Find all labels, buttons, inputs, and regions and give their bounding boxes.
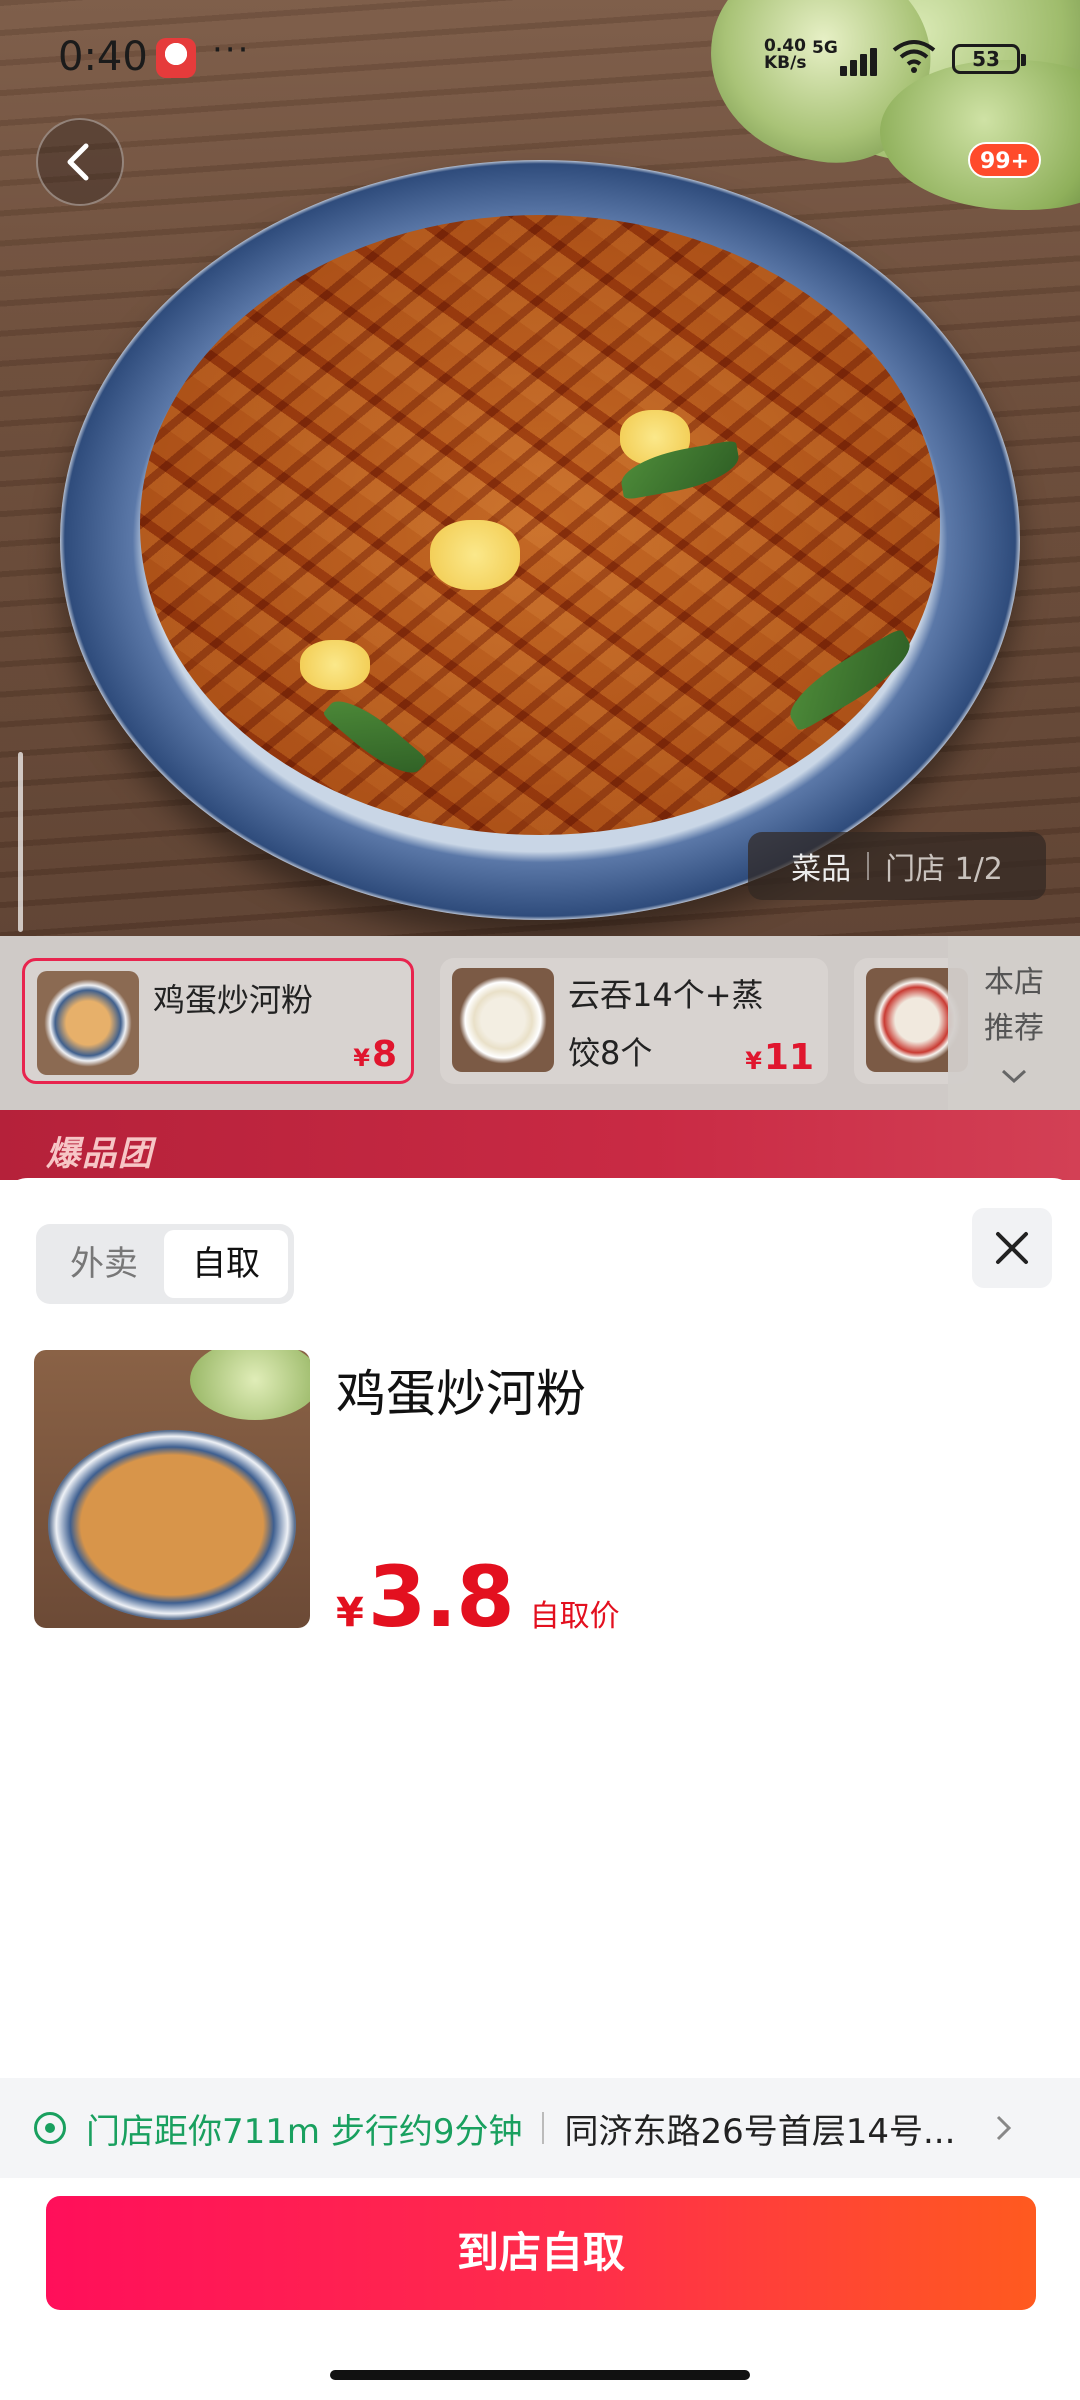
app-notification-icon <box>156 38 196 78</box>
network-speed-unit: KB/s <box>764 53 807 73</box>
pager-tab-store[interactable]: 门店 1/2 <box>885 844 1003 888</box>
signal-icon <box>840 44 884 76</box>
store-distance: 门店距你711m 步行约9分钟 <box>86 2111 523 2152</box>
status-bar: 0:40 ··· 0.40 KB/s 5G 53 <box>0 0 1080 110</box>
message-badge[interactable]: 99+ <box>968 142 1042 178</box>
network-speed: 0.40 KB/s <box>764 38 806 72</box>
pickup-price: ¥ 3.8 自取价 <box>336 1548 620 1646</box>
store-recommend-button[interactable]: 本店推荐 <box>948 936 1080 1110</box>
close-button[interactable] <box>972 1208 1052 1288</box>
dish-thumbnail-strip: 鸡蛋炒河粉 ¥8 云吞14个+蒸饺8个 ¥11 本店推荐 <box>0 936 1080 1110</box>
noodles <box>140 215 940 835</box>
pickup-in-store-button[interactable]: 到店自取 <box>46 2196 1036 2310</box>
tab-delivery[interactable]: 外卖 <box>42 1230 166 1298</box>
dish-title: 鸡蛋炒河粉 <box>336 1365 586 1423</box>
thumbnail-name: 鸡蛋炒河粉 <box>153 981 314 1019</box>
vegetable-decoration <box>190 1350 310 1420</box>
order-mode-toggle: 外卖 自取 <box>36 1224 294 1304</box>
battery-icon: 53 <box>952 44 1026 74</box>
thumbnail-image <box>37 971 139 1075</box>
egg-piece <box>430 520 520 590</box>
network-type: 5G <box>812 38 838 58</box>
dish-image <box>34 1350 310 1628</box>
chevron-right-icon <box>997 2115 1012 2141</box>
more-notifications-icon: ··· <box>212 30 251 70</box>
bowl <box>48 1430 296 1620</box>
location-icon <box>34 2112 66 2144</box>
store-address-bar[interactable]: 门店距你711m 步行约9分钟 同济东路26号首层14号... <box>0 2078 1080 2178</box>
thumbnail-item[interactable]: 鸡蛋炒河粉 ¥8 <box>22 958 414 1084</box>
thumbnail-item[interactable]: 云吞14个+蒸饺8个 ¥11 <box>440 958 828 1084</box>
promo-logo: 爆品团 <box>46 1134 154 1174</box>
scroll-indicator <box>18 752 23 932</box>
wifi-icon <box>892 40 936 73</box>
currency-symbol: ¥ <box>336 1590 364 1636</box>
photo-pager[interactable]: 菜品 门店 1/2 <box>748 832 1046 900</box>
order-sheet: 外卖 自取 鸡蛋炒河粉 ¥ 3.8 自取价 门店距你711m 步行约9分钟 同济… <box>0 1178 1080 2400</box>
thumbnail-image <box>452 968 554 1072</box>
currency-symbol: ¥ <box>353 1044 370 1072</box>
chevron-down-icon <box>1001 1069 1027 1084</box>
home-indicator[interactable] <box>330 2370 750 2380</box>
dish-photo[interactable] <box>0 0 1080 940</box>
price-value: 3.8 <box>367 1548 515 1646</box>
tab-pickup[interactable]: 自取 <box>164 1230 288 1298</box>
currency-symbol: ¥ <box>745 1047 762 1075</box>
chevron-left-icon <box>67 143 89 181</box>
price-value: 8 <box>371 1034 397 1075</box>
promo-banner: 爆品团 <box>0 1110 1080 1180</box>
close-icon <box>996 1232 1028 1264</box>
price-tag: 自取价 <box>529 1599 620 1634</box>
store-address: 同济东路26号首层14号... <box>564 2111 956 2152</box>
pager-divider <box>867 852 870 880</box>
thumbnail-price: ¥11 <box>745 1037 814 1078</box>
back-button[interactable] <box>36 118 124 206</box>
divider <box>542 2112 545 2144</box>
store-recommend-label: 本店推荐 <box>984 965 1044 1046</box>
thumbnail-price: ¥8 <box>353 1034 397 1075</box>
clock: 0:40 <box>58 34 148 80</box>
egg-piece <box>300 640 370 690</box>
pager-tab-dishes[interactable]: 菜品 <box>791 844 851 888</box>
thumbnail-name: 云吞14个+蒸饺8个 <box>568 976 764 1072</box>
price-value: 11 <box>763 1037 814 1078</box>
